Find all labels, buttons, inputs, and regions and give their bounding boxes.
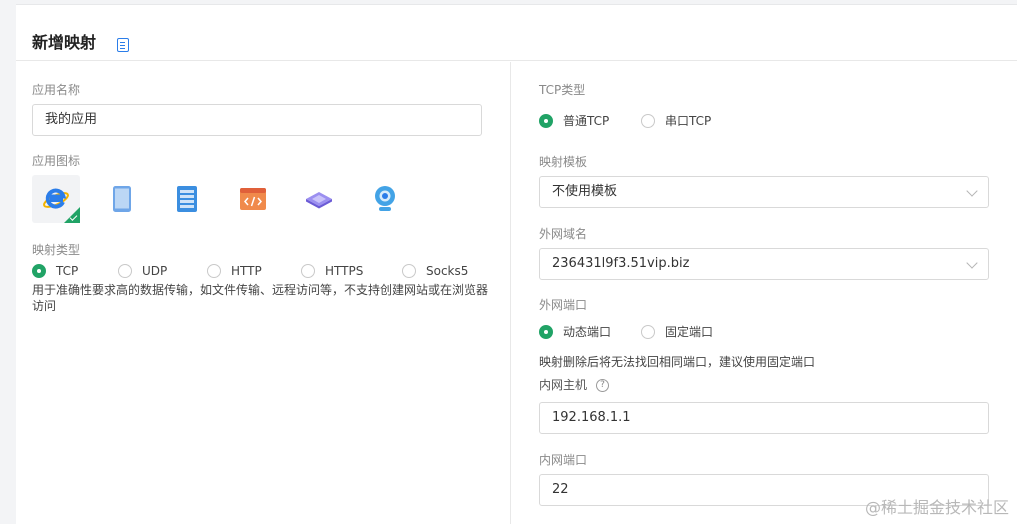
document-icon[interactable] bbox=[117, 38, 129, 52]
watermark: @稀土掘金技术社区 bbox=[864, 498, 1009, 517]
icon-option-server[interactable] bbox=[163, 175, 211, 223]
radio-https[interactable]: HTTPS bbox=[301, 263, 363, 279]
radio-normal-tcp[interactable]: 普通TCP bbox=[539, 113, 609, 129]
radio-dot bbox=[539, 325, 553, 339]
ie-browser-icon bbox=[43, 188, 69, 209]
icon-option-tablet[interactable] bbox=[98, 175, 146, 223]
mapping-type-label: 映射类型 bbox=[32, 243, 81, 257]
radio-dot bbox=[118, 264, 132, 278]
chevron-down-icon bbox=[966, 257, 978, 269]
radio-dot bbox=[301, 264, 315, 278]
app-name-input[interactable]: 我的应用 bbox=[32, 104, 482, 136]
radio-dot bbox=[641, 114, 655, 128]
radio-tcp[interactable]: TCP bbox=[32, 263, 78, 279]
page-title: 新增映射 bbox=[32, 33, 97, 52]
public-port-hint: 映射删除后将无法找回相同端口，建议使用固定端口 bbox=[539, 355, 816, 369]
radio-dot bbox=[402, 264, 416, 278]
radio-label: HTTP bbox=[231, 264, 262, 278]
mapping-template-select[interactable]: 不使用模板 bbox=[539, 176, 989, 208]
radio-label: HTTPS bbox=[325, 264, 364, 278]
radio-fixed-port[interactable]: 固定端口 bbox=[641, 324, 713, 340]
icon-option-layers[interactable] bbox=[295, 175, 343, 223]
radio-dot bbox=[641, 325, 655, 339]
public-domain-select[interactable]: 236431l9f3.51vip.biz bbox=[539, 248, 989, 280]
radio-label: 固定端口 bbox=[665, 325, 714, 339]
icon-option-code[interactable] bbox=[229, 175, 277, 223]
internal-host-label: 内网主机 bbox=[539, 378, 588, 392]
tablet-icon bbox=[113, 186, 131, 212]
app-icon-label: 应用图标 bbox=[32, 154, 81, 168]
help-icon[interactable]: ? bbox=[596, 379, 609, 392]
internal-port-label: 内网端口 bbox=[539, 453, 588, 467]
select-value: 236431l9f3.51vip.biz bbox=[552, 256, 690, 271]
mapping-template-label: 映射模板 bbox=[539, 155, 588, 169]
radio-label: 动态端口 bbox=[563, 325, 612, 339]
radio-label: TCP bbox=[56, 264, 79, 278]
internal-host-input[interactable]: 192.168.1.1 bbox=[539, 402, 989, 434]
radio-socks5[interactable]: Socks5 bbox=[402, 263, 468, 279]
radio-label: Socks5 bbox=[426, 264, 469, 278]
webcam-icon bbox=[375, 186, 395, 211]
radio-serial-tcp[interactable]: 串口TCP bbox=[641, 113, 711, 129]
radio-label: 串口TCP bbox=[665, 114, 712, 128]
public-domain-label: 外网域名 bbox=[539, 227, 588, 241]
radio-dot bbox=[539, 114, 553, 128]
radio-http[interactable]: HTTP bbox=[207, 263, 262, 279]
left-rail bbox=[0, 0, 16, 524]
form-header: 新增映射 bbox=[16, 5, 1017, 61]
server-icon bbox=[177, 186, 197, 212]
code-window-icon bbox=[240, 188, 266, 210]
column-divider bbox=[510, 62, 511, 524]
select-value: 不使用模板 bbox=[552, 184, 618, 199]
mapping-type-description: 用于准确性要求高的数据传输，如文件传输、远程访问等，不支持创建网站或在浏览器访问 bbox=[32, 283, 489, 313]
form-panel: 新增映射 应用名称 我的应用 应用图标 映射类型 TCP UDP HTTP HT… bbox=[16, 4, 1017, 524]
icon-option-ie[interactable] bbox=[32, 175, 80, 223]
radio-udp[interactable]: UDP bbox=[118, 263, 167, 279]
radio-dot bbox=[32, 264, 46, 278]
chevron-down-icon bbox=[966, 185, 978, 197]
app-name-label: 应用名称 bbox=[32, 83, 81, 97]
radio-label: UDP bbox=[142, 264, 168, 278]
layers-icon bbox=[306, 192, 332, 209]
tcp-type-label: TCP类型 bbox=[539, 83, 586, 97]
public-port-label: 外网端口 bbox=[539, 298, 588, 312]
radio-dot bbox=[207, 264, 221, 278]
icon-option-webcam[interactable] bbox=[361, 175, 409, 223]
radio-label: 普通TCP bbox=[563, 114, 610, 128]
radio-dynamic-port[interactable]: 动态端口 bbox=[539, 324, 611, 340]
